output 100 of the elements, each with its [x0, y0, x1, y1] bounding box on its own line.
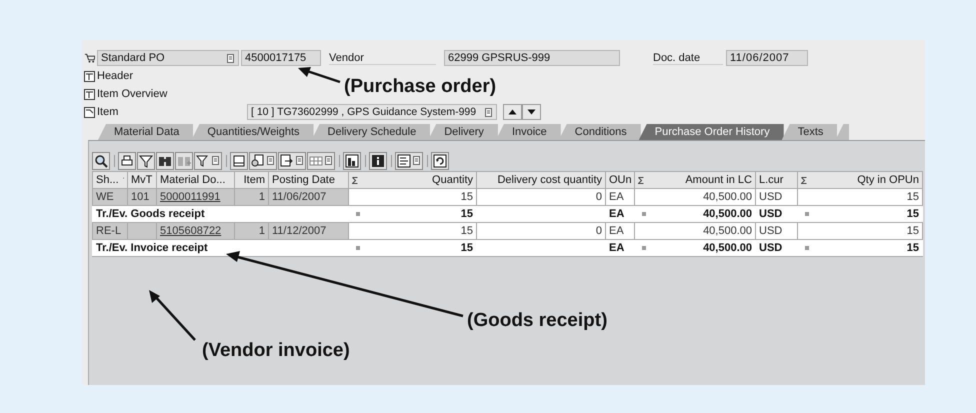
table-cell: 15 [798, 188, 922, 206]
magnifier-icon [94, 154, 108, 168]
filter-icon [196, 154, 210, 168]
toolbar-button[interactable] [194, 152, 222, 170]
doc-date-label: Doc. date [653, 52, 723, 64]
annotation-arrow [298, 67, 340, 84]
table-cell: 101 [128, 188, 156, 206]
tab[interactable]: Delivery Schedule [312, 124, 430, 140]
table-cell: 15 [906, 242, 919, 254]
list-icon [397, 154, 411, 168]
section-label: Item Overview [97, 88, 168, 100]
annotation-arrow [149, 290, 196, 341]
table-cell: 15 [460, 208, 473, 220]
total-mark-icon [642, 246, 646, 250]
tab[interactable]: Invoice [496, 124, 561, 140]
previous-item-button[interactable] [503, 104, 522, 120]
section-label: Item [97, 106, 120, 118]
toolbar-button[interactable] [92, 152, 110, 170]
total-mark-icon [805, 212, 809, 216]
expand-button[interactable] [84, 106, 95, 118]
refresh-icon [433, 154, 447, 168]
tab[interactable]: Texts [782, 124, 838, 140]
toolbar-button[interactable] [230, 152, 248, 170]
table-cell: 40,500.00 [634, 222, 756, 240]
subtotal-label: Tr./Ev. Invoice receipt [92, 240, 348, 256]
column-header[interactable]: Amount in LC [634, 172, 756, 188]
expand-icon [84, 88, 95, 100]
toolbar-button[interactable] [431, 152, 449, 170]
column-header[interactable]: Sh... [92, 172, 128, 188]
cart-icon [84, 52, 95, 64]
subtotal-label: Tr./Ev. Goods receipt [92, 206, 348, 222]
table-cell: EA [606, 188, 634, 206]
column-header[interactable]: Qty in OPUn [798, 172, 922, 188]
total-mark-icon [805, 246, 809, 250]
cart-button[interactable] [84, 52, 95, 64]
table-cell: RE-L [92, 222, 128, 240]
dropdown-icon [295, 155, 304, 166]
next-item-button[interactable] [522, 104, 541, 120]
item-dropdown[interactable]: [ 10 ] TG73602999 , GPS Guidance System-999 [247, 104, 497, 120]
annotation-label: (Goods receipt) [467, 310, 608, 332]
table-cell: 1 [234, 188, 268, 206]
toolbar-button[interactable] [278, 152, 306, 170]
toolbar-button[interactable] [118, 152, 136, 170]
tab[interactable]: Delivery [428, 124, 498, 140]
table-cell: 15 [460, 242, 473, 254]
table-cell: 11/06/2007 [268, 188, 348, 206]
column-header[interactable]: MvT [128, 172, 156, 188]
list-icon [226, 52, 235, 64]
table-cell: EA [609, 242, 624, 254]
down-triangle-icon [527, 109, 536, 115]
page-icon [232, 154, 246, 168]
info-icon [371, 154, 385, 168]
tab[interactable]: Conditions [558, 124, 641, 140]
tab[interactable]: Quantities/Weights [191, 124, 314, 140]
expand-icon [84, 70, 95, 82]
column-header[interactable]: Posting Date [268, 172, 348, 188]
vendor-field[interactable]: 62999 GPSRUS-999 [444, 50, 620, 66]
column-header[interactable]: L.cur [756, 172, 798, 188]
total-mark-icon [642, 212, 646, 216]
table-cell: USD [759, 242, 782, 254]
dropdown-icon [266, 155, 275, 166]
toolbar-button[interactable] [249, 152, 277, 170]
expand-button[interactable] [84, 70, 95, 82]
document-type-dropdown[interactable]: Standard PO [97, 50, 239, 66]
table-cell: USD [756, 188, 798, 206]
table-cell: 0 [476, 222, 606, 240]
list-icon [484, 106, 493, 118]
table-cell: EA [609, 208, 624, 220]
toolbar-button[interactable] [395, 152, 423, 170]
dropdown-icon [211, 155, 220, 166]
column-header[interactable]: Delivery cost quantity [476, 172, 606, 188]
toolbar-button[interactable] [343, 152, 361, 170]
table-cell: 15 [906, 208, 919, 220]
table-cell: 0 [476, 188, 606, 206]
column-header[interactable]: OUn [606, 172, 634, 188]
table-cell: 40,500.00 [703, 208, 752, 220]
tab[interactable]: Material Data [98, 124, 194, 140]
dropdown-icon [412, 155, 421, 166]
column-header[interactable]: Item [234, 172, 268, 188]
annotation-label: (Purchase order) [344, 76, 496, 98]
doc-date-field[interactable]: 11/06/2007 [726, 50, 808, 66]
column-header[interactable]: Material Do... [156, 172, 234, 188]
tab[interactable]: Purchase Order History [638, 124, 784, 140]
section-label: Header [97, 70, 134, 82]
printer-icon [120, 154, 134, 168]
table-cell: 15 [348, 222, 476, 240]
toolbar-button[interactable] [156, 152, 174, 170]
export-icon [280, 154, 294, 168]
expand-button[interactable] [84, 88, 95, 100]
table-cell: 40,500.00 [634, 188, 756, 206]
total-mark-icon [356, 246, 360, 250]
column-header[interactable]: Quantity [348, 172, 476, 188]
table-cell: USD [759, 208, 782, 220]
po-number-field[interactable]: 4500017175 [241, 50, 321, 66]
toolbar-button[interactable] [369, 152, 387, 170]
grid-icon [309, 154, 323, 168]
dropdown-icon [324, 155, 333, 166]
table-cell: USD [756, 222, 798, 240]
filter-icon [139, 154, 153, 168]
toolbar-button[interactable] [137, 152, 155, 170]
